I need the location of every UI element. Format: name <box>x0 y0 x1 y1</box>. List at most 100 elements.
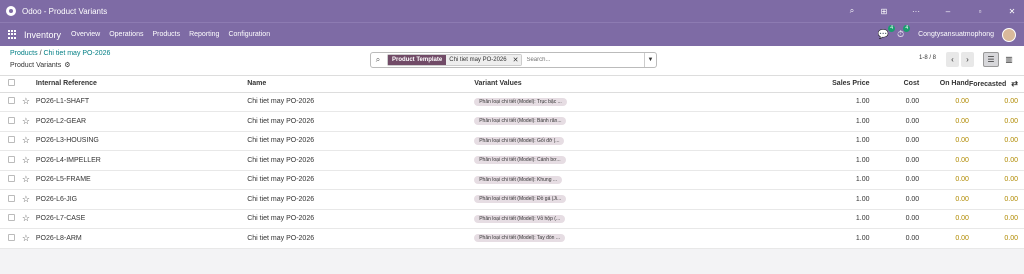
cell-cost: 0.00 <box>869 111 920 132</box>
table-row[interactable]: ☆ PO26-L6-JIG Chi tiet may PO-2026 Phân … <box>0 189 1024 210</box>
table-row[interactable]: ☆ PO26-L3-HOUSING Chi tiet may PO-2026 P… <box>0 131 1024 151</box>
list-view-button[interactable]: ☰ <box>983 52 999 67</box>
extensions-icon[interactable]: ⊞ <box>878 7 890 16</box>
cell-forecasted: 0.00 <box>968 189 1024 210</box>
col-name[interactable]: Name <box>247 76 475 93</box>
row-checkbox[interactable] <box>8 214 15 222</box>
variant-tag: Phân loại chi tiết (Model): Gối đỡ (... <box>474 136 565 145</box>
cell-price: 1.00 <box>784 111 870 132</box>
variant-tag: Phân loại chi tiết (Model): Khung ... <box>474 175 563 184</box>
kanban-view-button[interactable]: ▥ <box>1001 52 1017 67</box>
row-checkbox[interactable] <box>8 175 15 183</box>
variant-tag: Phân loại chi tiết (Model): Trục bậc ... <box>474 97 567 106</box>
cell-cost: 0.00 <box>869 170 920 190</box>
search-bar: ⌕ Product Template Chi tiet may PO-2026 … <box>370 52 657 68</box>
window-title: Odoo - Product Variants <box>22 6 108 16</box>
col-cost[interactable]: Cost <box>869 76 920 93</box>
col-forecasted[interactable]: Forecasted <box>969 81 1006 88</box>
col-internal-reference[interactable]: Internal Reference <box>35 76 248 93</box>
main-navbar: Inventory Overview Operations Products R… <box>0 22 1024 46</box>
cell-forecasted: 0.00 <box>968 131 1024 151</box>
optional-columns-icon[interactable]: ⇄ <box>1011 79 1018 88</box>
star-icon[interactable]: ☆ <box>22 233 30 243</box>
row-checkbox[interactable] <box>8 116 15 124</box>
more-icon[interactable]: ··· <box>910 7 922 16</box>
variant-tag: Phân loại chi tiết (Model): Cánh bơ... <box>474 156 566 165</box>
variant-tag: Phân loại chi tiết (Model): Vỏ hộp (... <box>474 214 566 223</box>
star-icon[interactable]: ☆ <box>22 155 30 165</box>
menu-operations[interactable]: Operations <box>109 31 143 38</box>
cell-on-hand: 0.00 <box>919 150 969 171</box>
app-brand[interactable]: Inventory <box>24 30 61 40</box>
star-icon[interactable]: ☆ <box>22 116 30 126</box>
col-sales-price[interactable]: Sales Price <box>784 76 870 93</box>
cell-on-hand: 0.00 <box>919 170 969 190</box>
user-name[interactable]: Congtysansuatmophong <box>918 31 994 38</box>
row-checkbox[interactable] <box>8 97 15 105</box>
table-row[interactable]: ☆ PO26-L4-IMPELLER Chi tiet may PO-2026 … <box>0 150 1024 171</box>
minimize-icon[interactable]: – <box>942 7 954 16</box>
cell-forecasted: 0.00 <box>968 209 1024 229</box>
cell-ref: PO26-L5-FRAME <box>35 170 248 190</box>
cell-on-hand: 0.00 <box>919 228 969 249</box>
activity-icon[interactable]: ⏱ 4 <box>897 25 911 40</box>
restore-icon[interactable]: ▫ <box>974 7 986 16</box>
cell-price: 1.00 <box>784 150 870 171</box>
table-row[interactable]: ☆ PO26-L7-CASE Chi tiet may PO-2026 Phân… <box>0 209 1024 229</box>
cell-on-hand: 0.00 <box>919 209 969 229</box>
row-checkbox[interactable] <box>8 155 15 163</box>
gear-icon[interactable]: ⚙ <box>64 61 70 69</box>
avatar[interactable] <box>1002 27 1016 42</box>
breadcrumb-template[interactable]: Chi tiet may PO-2026 <box>43 50 110 57</box>
cell-cost: 0.00 <box>869 131 920 151</box>
cell-name: Chi tiet may PO-2026 <box>247 189 475 210</box>
cell-forecasted: 0.00 <box>968 228 1024 249</box>
pager-value[interactable]: 1-8 / 8 <box>919 55 936 61</box>
breadcrumb: Products / Chi tiet may PO-2026 <box>10 50 110 57</box>
select-all-checkbox[interactable] <box>8 79 15 87</box>
row-checkbox[interactable] <box>8 233 15 241</box>
cell-name: Chi tiet may PO-2026 <box>247 150 475 171</box>
cell-on-hand: 0.00 <box>919 111 969 132</box>
search-icon[interactable]: ⌕ <box>846 6 858 16</box>
menu-configuration[interactable]: Configuration <box>228 31 270 38</box>
col-on-hand[interactable]: On Hand <box>919 76 969 93</box>
cell-ref: PO26-L8-ARM <box>35 228 248 249</box>
cell-cost: 0.00 <box>869 189 920 210</box>
row-checkbox[interactable] <box>8 136 15 144</box>
variant-tag: Phân loại chi tiết (Model): Bánh răn... <box>474 117 567 126</box>
cell-price: 1.00 <box>784 209 870 229</box>
cell-ref: PO26-L6-JIG <box>35 189 248 210</box>
search-options-toggle[interactable]: ▼ <box>644 53 656 67</box>
page-title: Product Variants ⚙ <box>10 61 71 70</box>
table-row[interactable]: ☆ PO26-L2-GEAR Chi tiet may PO-2026 Phân… <box>0 111 1024 132</box>
control-panel: Products / Chi tiet may PO-2026 Product … <box>0 46 1024 76</box>
apps-menu-icon[interactable] <box>8 29 18 40</box>
breadcrumb-products[interactable]: Products <box>10 50 38 57</box>
pager-next-button[interactable]: › <box>961 52 974 67</box>
menu-overview[interactable]: Overview <box>71 31 100 38</box>
cell-name: Chi tiet may PO-2026 <box>247 92 475 112</box>
star-icon[interactable]: ☆ <box>22 213 30 223</box>
cell-cost: 0.00 <box>869 150 920 171</box>
star-icon[interactable]: ☆ <box>22 174 30 184</box>
menu-products[interactable]: Products <box>152 31 180 38</box>
search-input[interactable] <box>526 57 644 63</box>
table-row[interactable]: ☆ PO26-L8-ARM Chi tiet may PO-2026 Phân … <box>0 228 1024 249</box>
close-icon[interactable]: ✕ <box>1006 7 1018 16</box>
star-icon[interactable]: ☆ <box>22 96 30 106</box>
chat-icon[interactable]: 💬 4 <box>878 25 896 40</box>
table-row[interactable]: ☆ PO26-L1-SHAFT Chi tiet may PO-2026 Phâ… <box>0 92 1024 112</box>
breadcrumb-separator: / <box>39 50 42 57</box>
cell-price: 1.00 <box>784 131 870 151</box>
search-facet: Product Template Chi tiet may PO-2026 ✕ <box>387 54 523 66</box>
star-icon[interactable]: ☆ <box>22 135 30 145</box>
menu-reporting[interactable]: Reporting <box>189 31 219 38</box>
pager-previous-button[interactable]: ‹ <box>946 52 959 67</box>
remove-facet-icon[interactable]: ✕ <box>509 55 522 65</box>
activity-badge: 4 <box>903 25 911 32</box>
star-icon[interactable]: ☆ <box>22 194 30 204</box>
col-variant-values[interactable]: Variant Values <box>474 76 785 93</box>
row-checkbox[interactable] <box>8 194 15 202</box>
table-row[interactable]: ☆ PO26-L5-FRAME Chi tiet may PO-2026 Phâ… <box>0 170 1024 190</box>
